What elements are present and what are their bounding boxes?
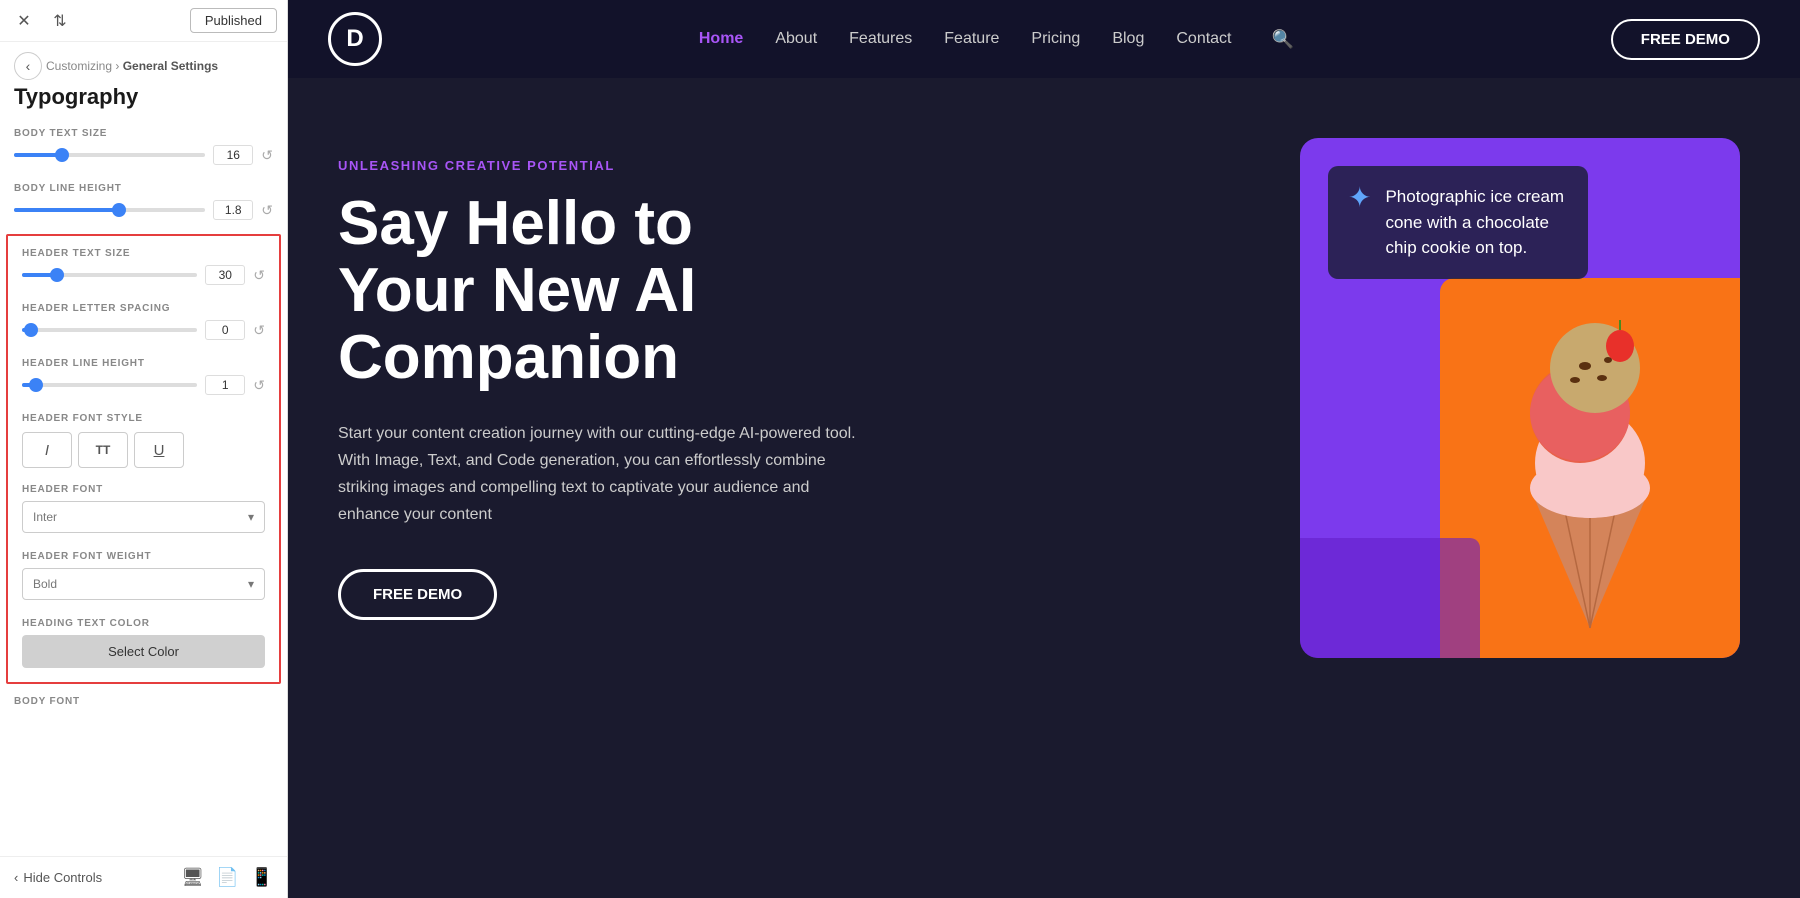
body-line-height-label: BODY LINE HEIGHT — [0, 175, 287, 198]
nav-link-pricing[interactable]: Pricing — [1031, 30, 1080, 48]
nav-link-feature[interactable]: Feature — [944, 30, 999, 48]
header-line-height-row: 1 ↺ — [8, 373, 279, 405]
hero-heading-line1: Say Hello to — [338, 191, 1250, 258]
published-button[interactable]: Published — [190, 8, 277, 33]
heading-text-color-label: HEADING TEXT COLOR — [8, 610, 279, 633]
header-font-style-label: HEADER FONT STYLE — [8, 405, 279, 428]
body-line-height-input[interactable]: 1.8 — [213, 200, 253, 220]
body-text-size-label: BODY TEXT SIZE — [0, 120, 287, 143]
hero-right-visual: ✦ Photographic ice cream cone with a cho… — [1290, 138, 1750, 898]
body-font-label: BODY FONT — [0, 688, 287, 711]
header-text-size-track[interactable] — [22, 273, 197, 277]
header-line-height-input[interactable]: 1 — [205, 375, 245, 395]
header-font-label: HEADER FONT — [8, 476, 279, 499]
hero-left-content: UNLEASHING CREATIVE POTENTIAL Say Hello … — [338, 138, 1250, 898]
tablet-icon[interactable]: 📄 — [216, 867, 238, 888]
header-font-weight-dropdown[interactable]: Bold ▾ — [22, 568, 265, 600]
header-text-size-label: HEADER TEXT SIZE — [8, 240, 279, 263]
hide-controls-button[interactable]: ‹ Hide Controls — [14, 870, 102, 885]
header-text-size-reset[interactable]: ↺ — [253, 267, 265, 284]
header-font-weight-dropdown-row: Bold ▾ — [8, 566, 279, 610]
header-font-dropdown[interactable]: Inter ▾ — [22, 501, 265, 533]
mobile-icon[interactable]: 📱 — [251, 867, 273, 888]
ice-cream-image — [1440, 278, 1740, 658]
hero-section: UNLEASHING CREATIVE POTENTIAL Say Hello … — [288, 78, 1800, 898]
ice-cream-illustration — [1440, 278, 1740, 658]
header-font-dropdown-row: Inter ▾ — [8, 499, 279, 543]
body-line-height-row: 1.8 ↺ — [0, 198, 287, 230]
italic-style-button[interactable]: I — [22, 432, 72, 468]
ai-visual-card: ✦ Photographic ice cream cone with a cho… — [1300, 138, 1740, 658]
nav-link-home[interactable]: Home — [699, 30, 743, 48]
back-button[interactable]: ‹ — [14, 52, 42, 80]
body-text-size-row: 16 ↺ — [0, 143, 287, 175]
nav-free-demo-button[interactable]: FREE DEMO — [1611, 19, 1760, 60]
font-style-buttons: I TT U — [8, 428, 279, 476]
topbar-icons: ✕ ⇅ — [10, 7, 74, 35]
panel-breadcrumb-row: ‹ Customizing › General Settings — [0, 42, 287, 84]
panel-footer: ‹ Hide Controls 🖥 📄 📱 — [0, 856, 287, 898]
header-line-height-reset[interactable]: ↺ — [253, 377, 265, 394]
desktop-icon[interactable]: 🖥 — [181, 867, 204, 888]
nav-link-contact[interactable]: Contact — [1176, 30, 1231, 48]
hero-heading: Say Hello to Your New AI Companion — [338, 191, 1250, 392]
purple-overlay — [1300, 538, 1480, 658]
underline-style-button[interactable]: U — [134, 432, 184, 468]
header-letter-spacing-row: 0 ↺ — [8, 318, 279, 350]
header-text-size-row: 30 ↺ — [8, 263, 279, 295]
header-font-weight-label: HEADER FONT WEIGHT — [8, 543, 279, 566]
header-font-value: Inter — [33, 510, 57, 524]
site-navigation: D Home About Features Feature Pricing Bl… — [288, 0, 1800, 78]
panel-topbar: ✕ ⇅ Published — [0, 0, 287, 42]
close-icon[interactable]: ✕ — [10, 7, 38, 35]
body-text-size-input[interactable]: 16 — [213, 145, 253, 165]
swap-icon[interactable]: ⇅ — [46, 7, 74, 35]
footer-icons: 🖥 📄 📱 — [181, 867, 273, 888]
nav-links: Home About Features Feature Pricing Blog… — [699, 29, 1294, 50]
body-text-size-reset[interactable]: ↺ — [261, 147, 273, 164]
breadcrumb-arrow: › — [115, 59, 122, 73]
breadcrumb: Customizing › General Settings — [46, 59, 218, 73]
hide-controls-arrow-icon: ‹ — [14, 870, 18, 885]
header-line-height-label: HEADER LINE HEIGHT — [8, 350, 279, 373]
nav-link-blog[interactable]: Blog — [1112, 30, 1144, 48]
hero-description: Start your content creation journey with… — [338, 420, 858, 529]
site-logo: D — [328, 12, 382, 66]
panel-title: Typography — [0, 84, 287, 120]
ai-star-icon: ✦ — [1348, 184, 1371, 212]
nav-link-features[interactable]: Features — [849, 30, 912, 48]
header-font-weight-value: Bold — [33, 577, 57, 591]
header-letter-spacing-track[interactable] — [22, 328, 197, 332]
header-text-size-input[interactable]: 30 — [205, 265, 245, 285]
dropdown-weight-arrow-icon: ▾ — [248, 577, 254, 591]
header-settings-section: HEADER TEXT SIZE 30 ↺ HEADER LETTER SPAC… — [6, 234, 281, 684]
site-preview: D Home About Features Feature Pricing Bl… — [288, 0, 1800, 898]
breadcrumb-parent: Customizing — [46, 59, 112, 73]
settings-panel: ✕ ⇅ Published ‹ Customizing › General Se… — [0, 0, 288, 898]
panel-scroll-area: BODY TEXT SIZE 16 ↺ BODY LINE HEIGHT 1.8… — [0, 120, 287, 856]
header-letter-spacing-reset[interactable]: ↺ — [253, 322, 265, 339]
body-line-height-track[interactable] — [14, 208, 205, 212]
hero-heading-line2: Your New AI — [338, 258, 1250, 325]
heading-color-row: Select Color — [8, 633, 279, 678]
ai-tooltip: ✦ Photographic ice cream cone with a cho… — [1328, 166, 1588, 279]
hero-tag: UNLEASHING CREATIVE POTENTIAL — [338, 158, 1250, 173]
hero-heading-line3: Companion — [338, 325, 1250, 392]
hide-controls-label: Hide Controls — [23, 870, 102, 885]
header-letter-spacing-input[interactable]: 0 — [205, 320, 245, 340]
ai-tooltip-text: Photographic ice cream cone with a choco… — [1385, 184, 1568, 261]
body-line-height-reset[interactable]: ↺ — [261, 202, 273, 219]
breadcrumb-child: General Settings — [123, 59, 218, 73]
header-letter-spacing-label: HEADER LETTER SPACING — [8, 295, 279, 318]
body-text-size-track[interactable] — [14, 153, 205, 157]
nav-link-about[interactable]: About — [775, 30, 817, 48]
caps-style-button[interactable]: TT — [78, 432, 128, 468]
hero-cta-button[interactable]: FREE DEMO — [338, 569, 497, 620]
dropdown-arrow-icon: ▾ — [248, 510, 254, 524]
header-line-height-track[interactable] — [22, 383, 197, 387]
search-icon[interactable]: 🔍 — [1272, 29, 1294, 50]
select-color-button[interactable]: Select Color — [22, 635, 265, 668]
